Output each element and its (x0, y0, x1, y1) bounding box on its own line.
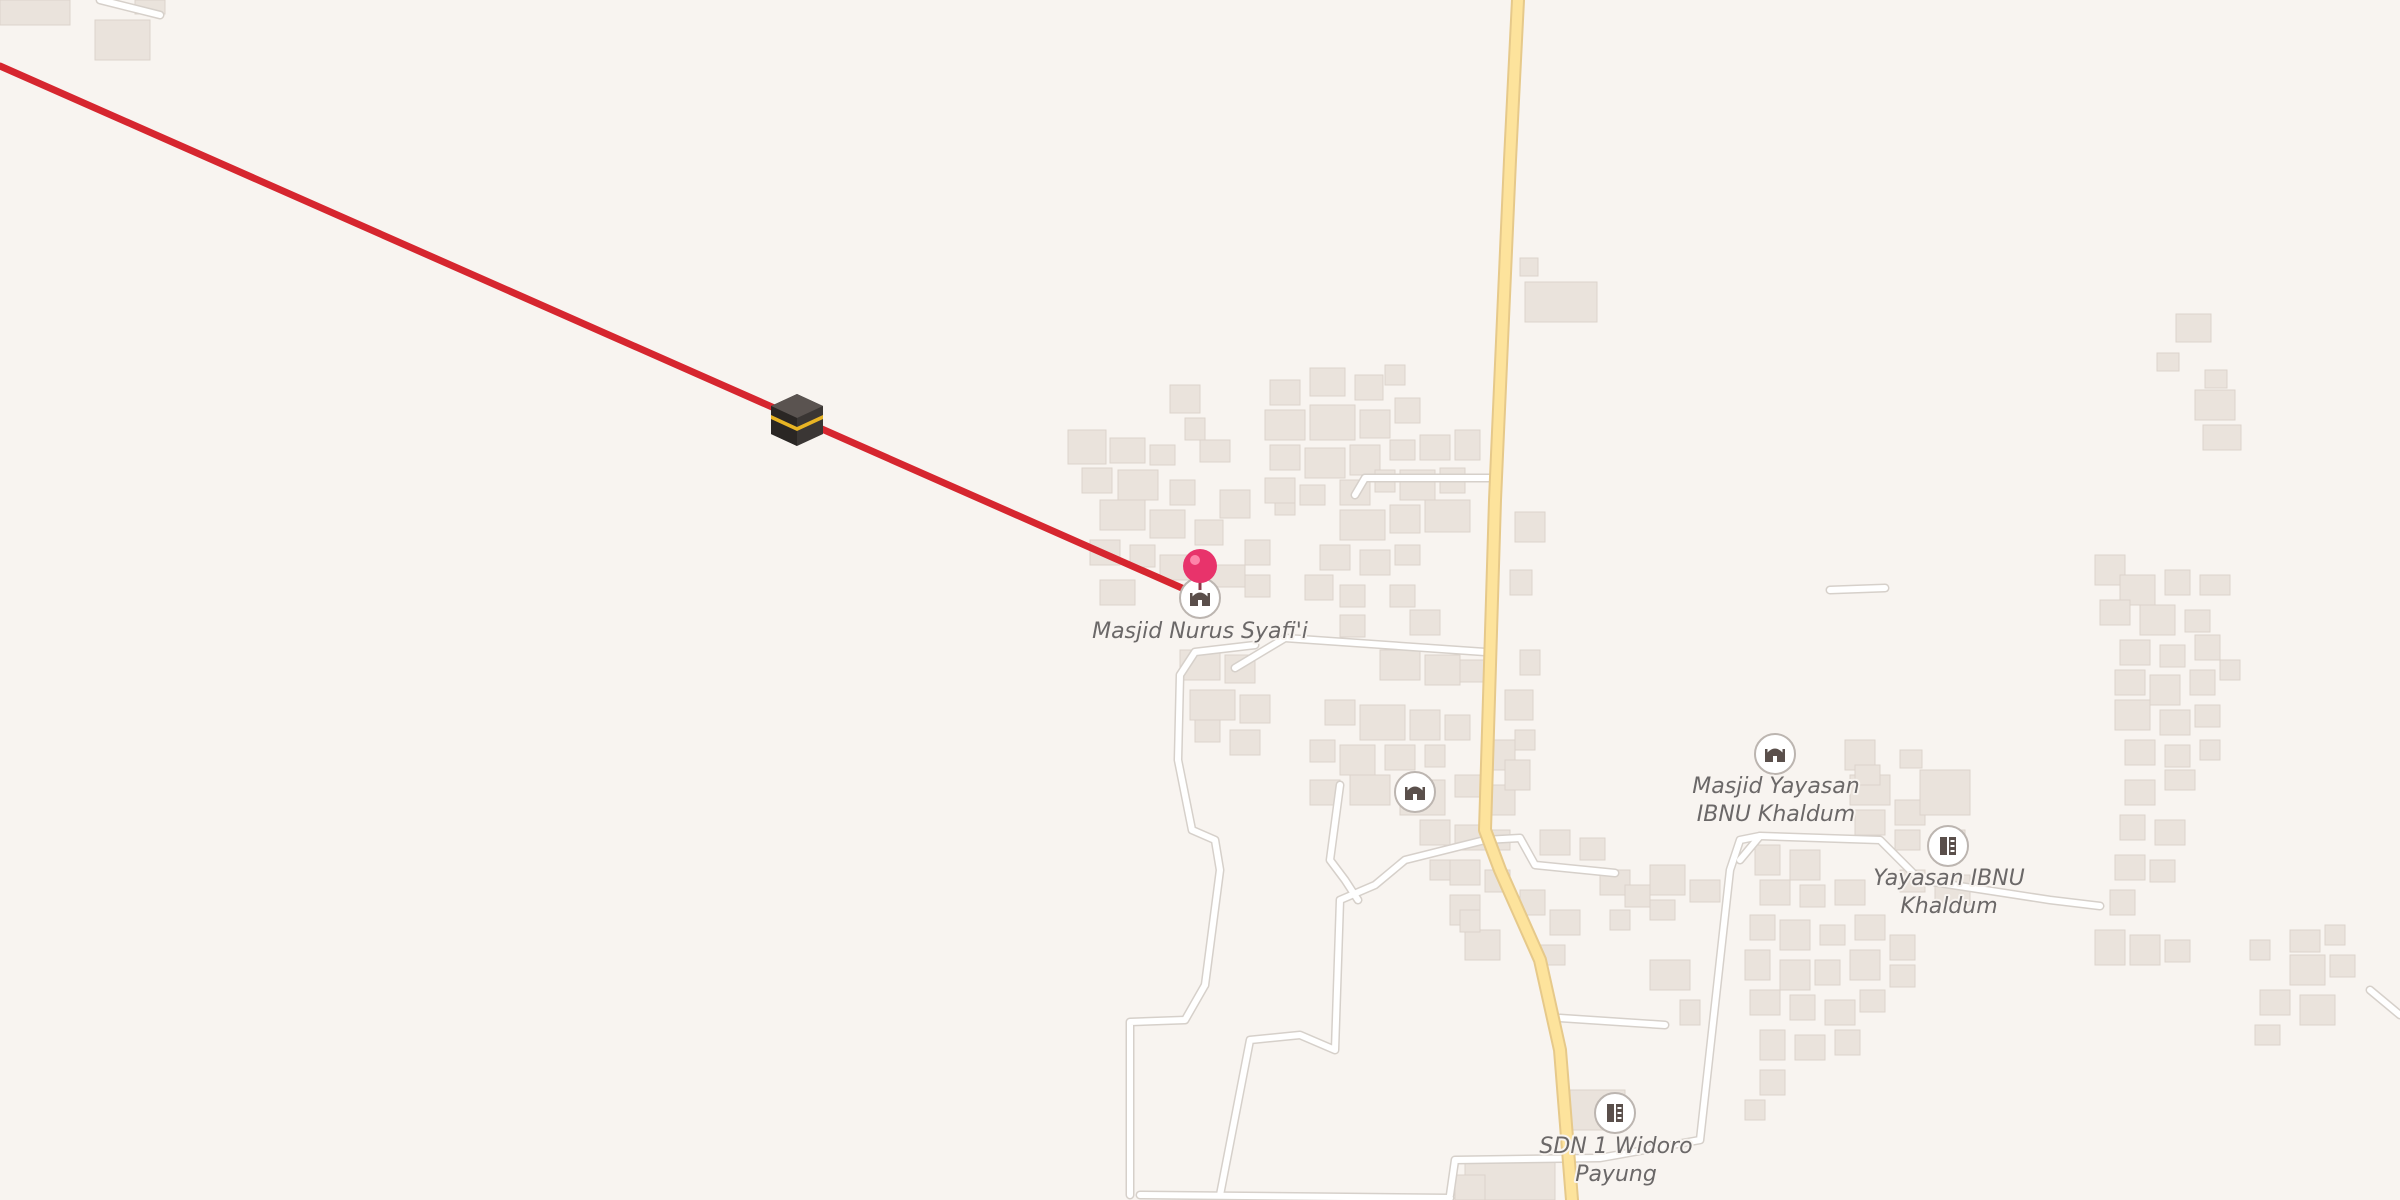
poi-label: Masjid Nurus Syafi'i (1092, 619, 1308, 644)
poi-label-line-1: Masjid Yayasan (1692, 774, 1859, 799)
school-icon (1927, 825, 1969, 867)
poi-label-line-1: SDN 1 Widoro (1539, 1134, 1692, 1159)
poi-label-line-2: Payung (1575, 1162, 1657, 1187)
mosque-icon (1394, 771, 1436, 813)
map-canvas[interactable]: Masjid Nurus Syafi'i Masjid Yayasan IBNU… (0, 0, 2400, 1200)
mosque-icon (1754, 733, 1796, 775)
poi-label-line-1: Yayasan IBNU (1873, 866, 2024, 891)
poi-mosque[interactable] (1394, 771, 1436, 813)
poi-label-line-2: Khaldum (1900, 894, 1997, 919)
school-icon (1594, 1092, 1636, 1134)
poi-label-line-2: IBNU Khaldum (1697, 802, 1855, 827)
